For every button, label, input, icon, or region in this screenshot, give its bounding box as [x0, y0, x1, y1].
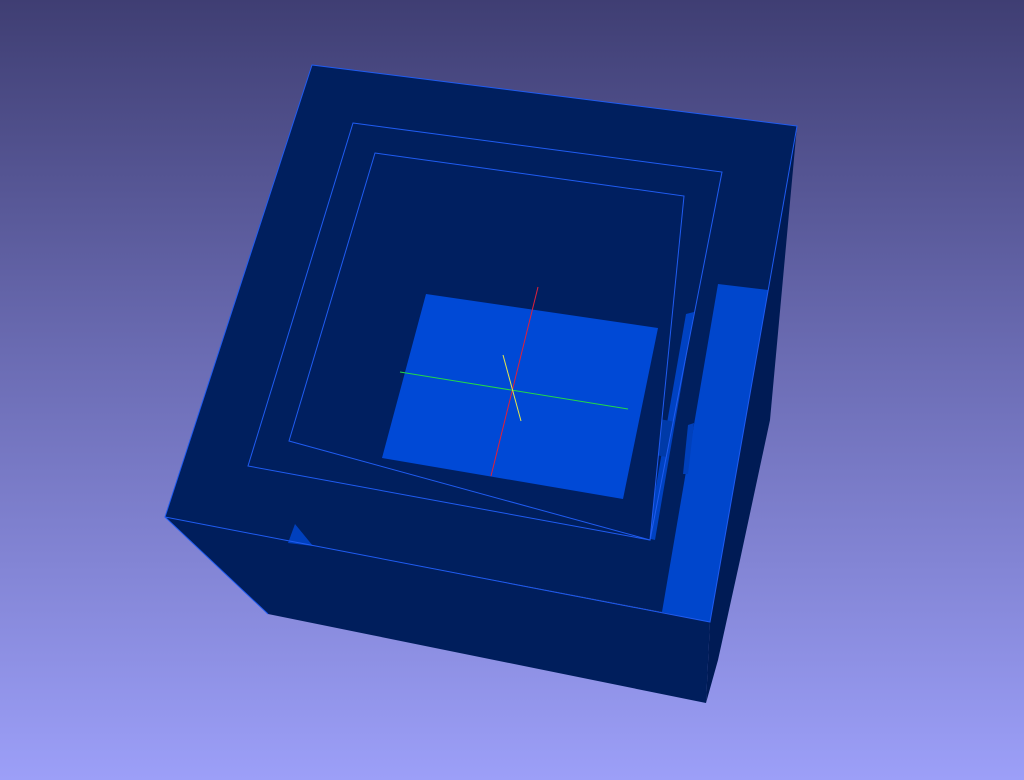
- 3d-viewport[interactable]: [0, 0, 1024, 780]
- 3d-scene[interactable]: [0, 0, 1024, 780]
